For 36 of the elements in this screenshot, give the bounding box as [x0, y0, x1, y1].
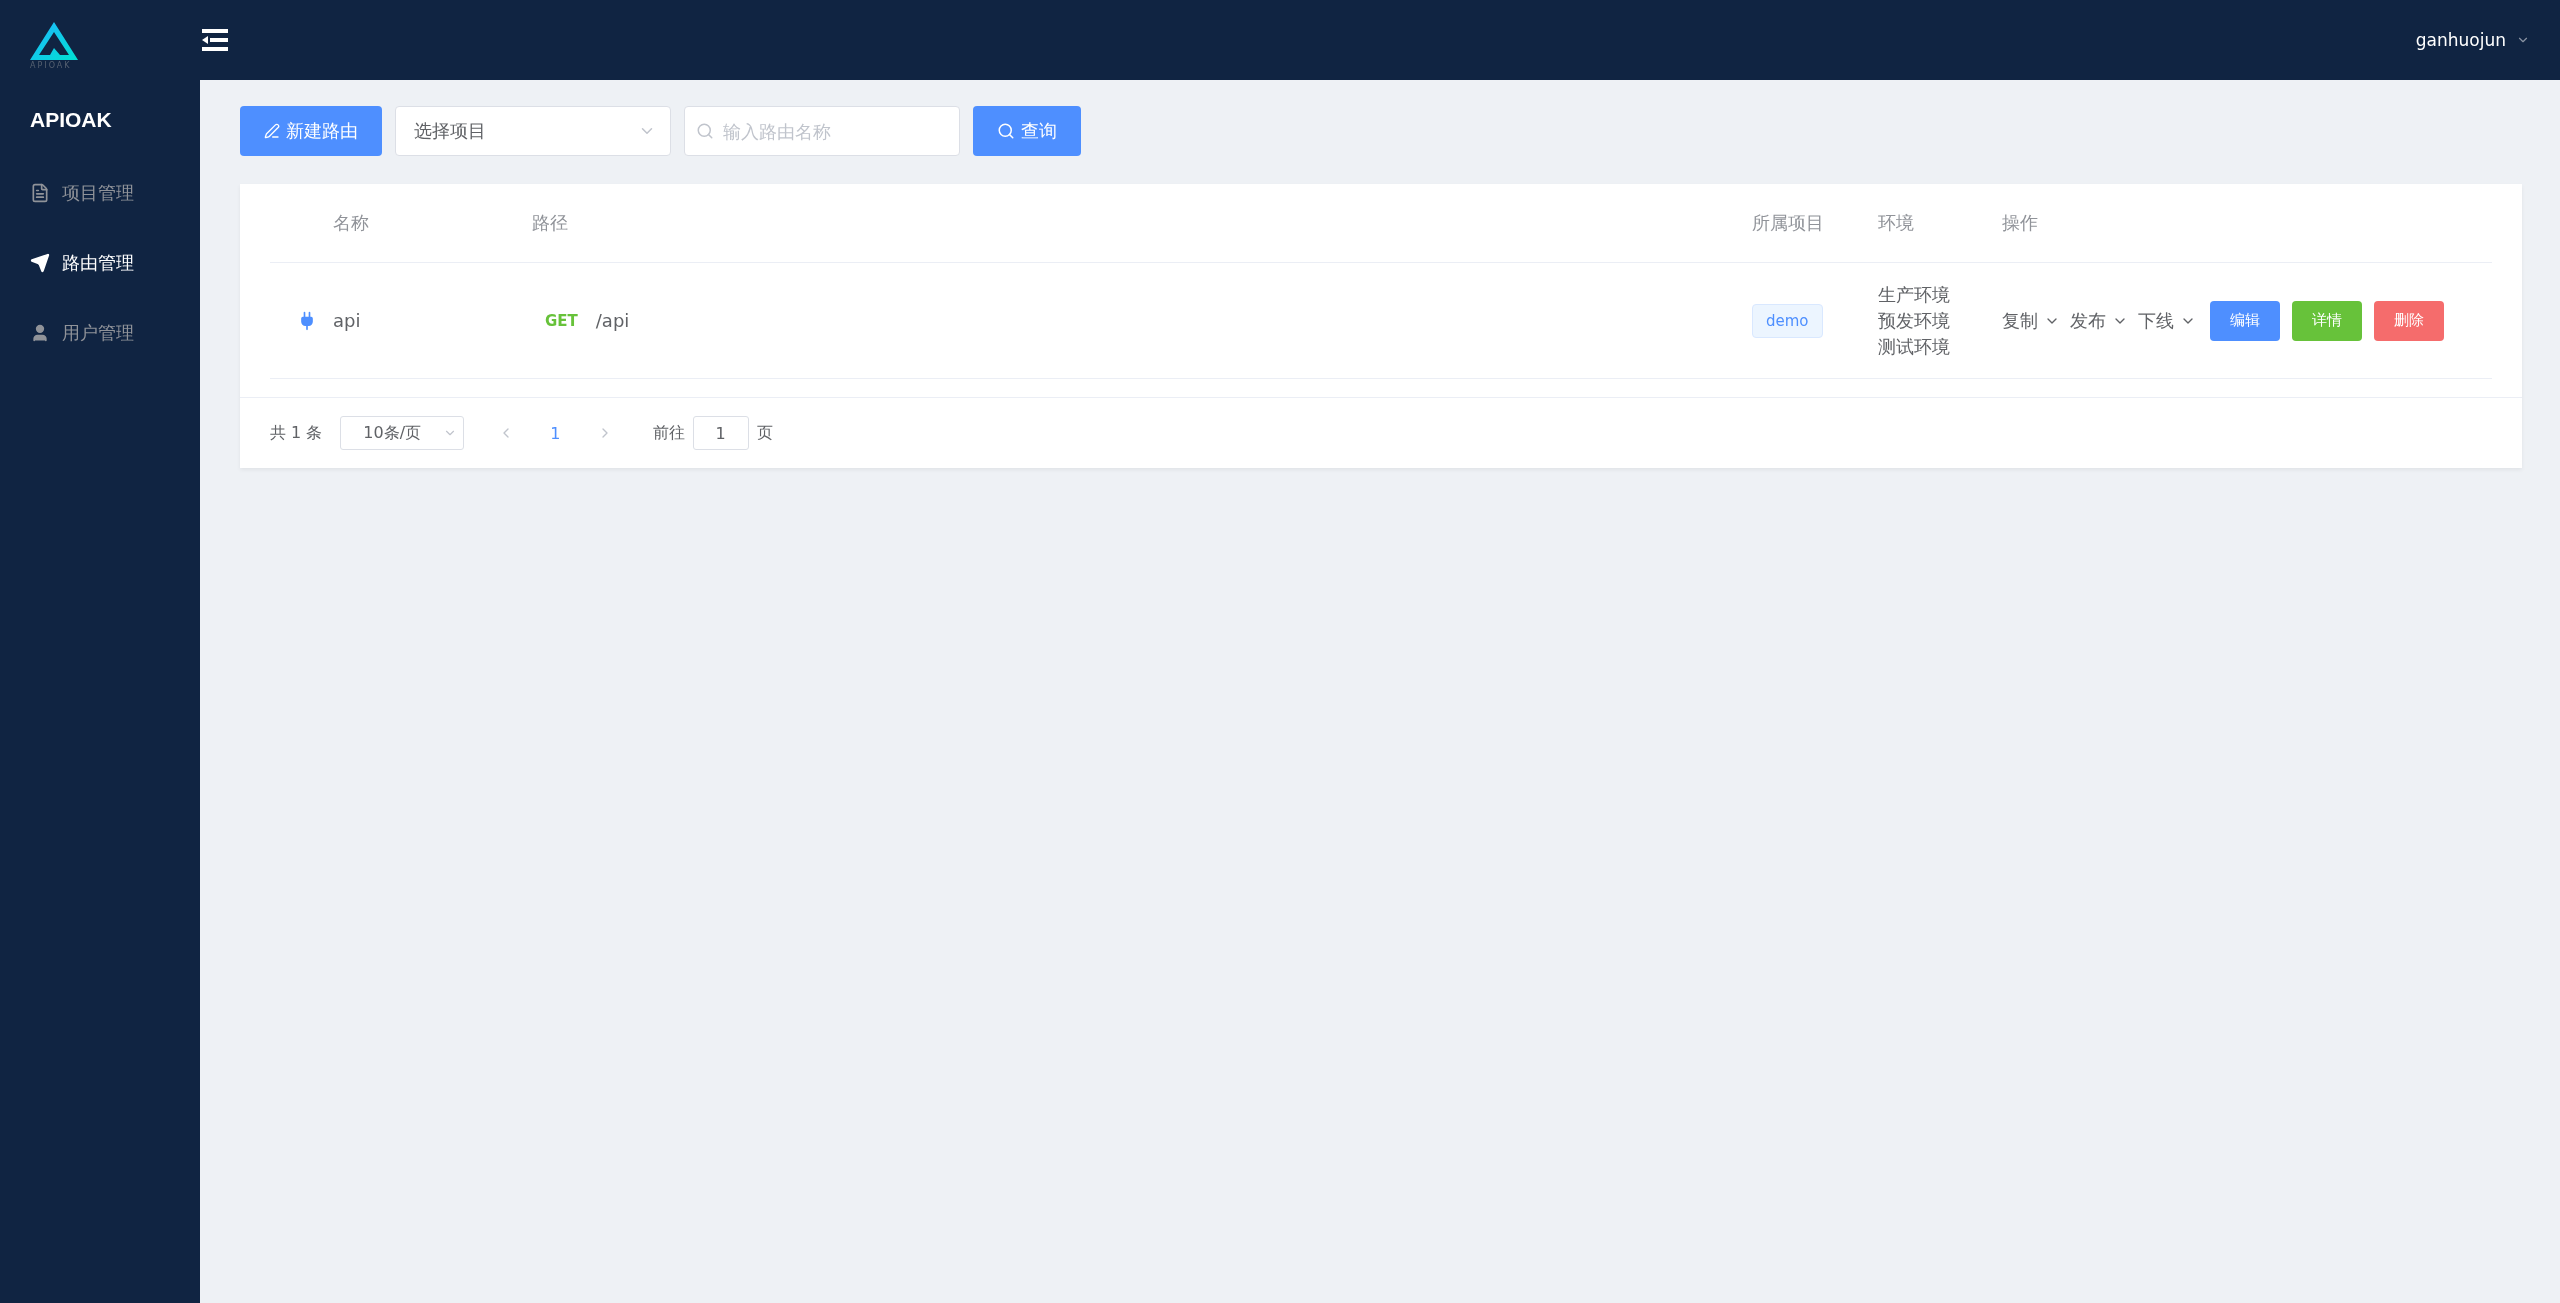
total-count: 共 1 条	[270, 422, 323, 444]
environment-label: 测试环境	[1878, 334, 1951, 359]
method-label: GET	[545, 311, 578, 330]
dropdown-link[interactable]: 下线	[2138, 308, 2196, 333]
goto-input[interactable]: 1	[692, 416, 749, 450]
project-select[interactable]: 选择项目	[395, 106, 671, 156]
sidebar-item[interactable]: 项目管理	[0, 158, 200, 228]
search-icon	[696, 122, 714, 140]
app-title: APIOAK	[29, 107, 113, 133]
column-header: 名称	[333, 211, 370, 235]
search-icon	[997, 122, 1015, 140]
column-header: 所属项目	[1752, 211, 1825, 235]
dropdown-link[interactable]: 发布	[2070, 308, 2128, 333]
column-header: 环境	[1878, 211, 1915, 235]
user-menu[interactable]: ganhuojun	[2415, 30, 2530, 50]
page-suffix: 页	[756, 422, 773, 444]
send-icon	[30, 253, 50, 273]
column-header: 路径	[532, 211, 569, 235]
project-tag: demo	[1752, 303, 1823, 338]
menu-icon[interactable]	[202, 29, 228, 51]
logo-icon	[30, 22, 78, 60]
document-icon	[30, 183, 50, 203]
logo-text: APIOAK	[30, 61, 72, 70]
page-size-select[interactable]: 10条/页	[340, 416, 465, 450]
environment-label: 预发环境	[1878, 308, 1951, 333]
table-cell-text: api	[333, 310, 362, 331]
user-icon	[30, 323, 50, 343]
column-header: 操作	[2002, 211, 2039, 235]
table-cell: /api	[595, 310, 630, 331]
sidebar-item[interactable]: 用户管理	[0, 298, 200, 368]
goto-label: 前往	[652, 422, 685, 444]
pen-icon	[264, 123, 280, 139]
sidebar-item[interactable]: 路由管理	[0, 228, 200, 298]
search-field[interactable]: 输入路由名称	[684, 106, 960, 156]
dropdown-link[interactable]: 复制	[2002, 308, 2060, 333]
environment-label: 生产环境	[1878, 282, 1951, 307]
